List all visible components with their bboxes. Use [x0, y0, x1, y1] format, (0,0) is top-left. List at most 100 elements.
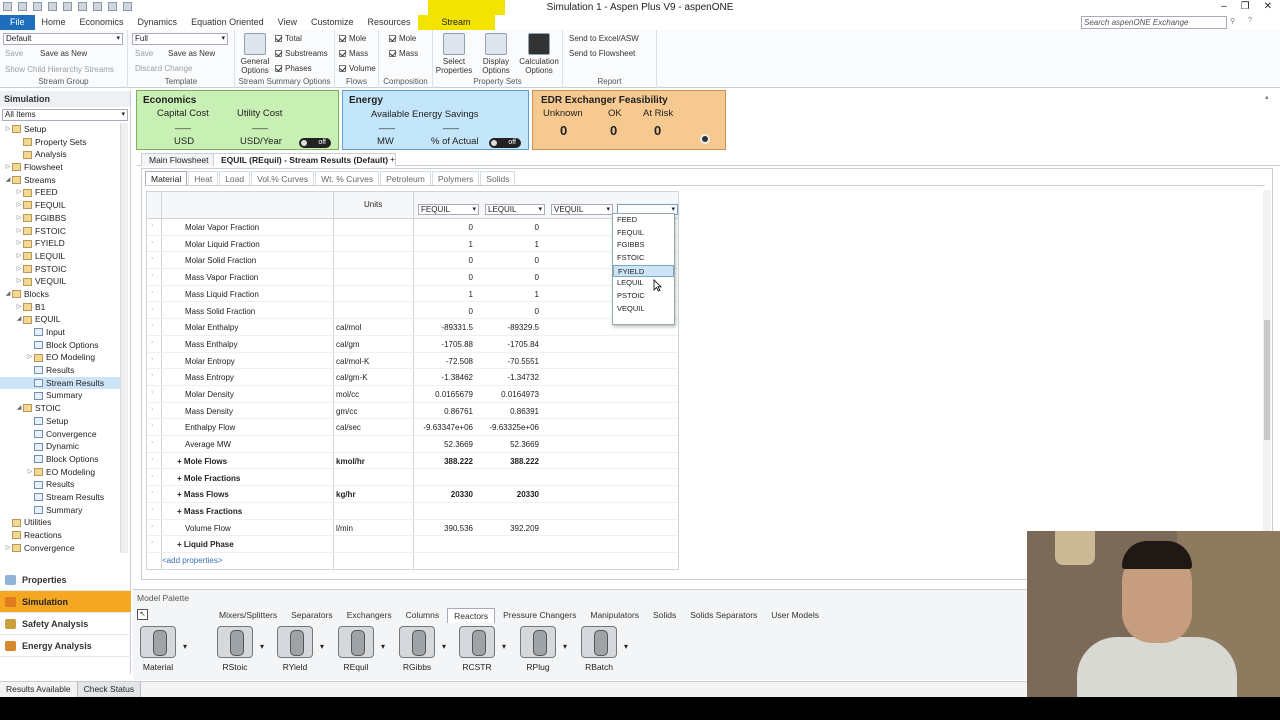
- tree-item[interactable]: Stream Results: [0, 376, 124, 390]
- tree-item[interactable]: ▷ EO Modeling: [0, 351, 124, 364]
- palette-tab[interactable]: Solids Separators: [684, 608, 763, 623]
- subtab-material[interactable]: Material: [145, 171, 188, 185]
- tree-item[interactable]: Summary: [0, 504, 124, 517]
- row-handle-icon[interactable]: ›: [151, 473, 153, 480]
- collapsed-arrow-icon[interactable]: ▷: [15, 275, 23, 288]
- palette-tab[interactable]: Mixers/Splitters: [213, 608, 283, 623]
- row-handle-icon[interactable]: ›: [151, 389, 153, 396]
- row-handle-icon[interactable]: ›: [151, 356, 153, 363]
- composition-mass-checkbox[interactable]: Mass: [389, 49, 418, 58]
- calculation-options-button[interactable]: Calculation Options: [517, 30, 561, 76]
- collapsed-arrow-icon[interactable]: ▷: [26, 466, 34, 479]
- table-row[interactable]: › Molar Enthalpy cal/mol -89331.5 -89329.5: [147, 319, 678, 336]
- table-row[interactable]: › Molar Liquid Fraction 1 1: [147, 236, 678, 253]
- property-units[interactable]: cal/gm: [336, 340, 360, 349]
- flows-volume-checkbox[interactable]: Volume: [339, 64, 376, 73]
- dropdown-option[interactable]: FYIELD: [613, 264, 674, 278]
- table-row[interactable]: › Mass Solid Fraction 0 0: [147, 303, 678, 320]
- palette-item[interactable]: RPlug ▾: [517, 626, 567, 672]
- row-handle-icon[interactable]: ›: [151, 239, 153, 246]
- table-row[interactable]: › Molar Solid Fraction 0 0: [147, 252, 678, 270]
- energy-toggle[interactable]: off: [489, 138, 521, 148]
- table-row[interactable]: › Mass Density gm/cc 0.86761 0.86391: [147, 403, 678, 420]
- tab-home[interactable]: Home: [35, 15, 73, 30]
- expand-plus-icon[interactable]: +: [177, 490, 184, 499]
- discard-change-button[interactable]: Discard Change: [135, 64, 192, 73]
- row-handle-icon[interactable]: ›: [151, 422, 153, 429]
- dropdown-option[interactable]: VEQUIL: [613, 303, 674, 316]
- subtab-vol-curves[interactable]: Vol.% Curves: [251, 171, 315, 185]
- property-units[interactable]: cal/mol: [336, 323, 361, 332]
- tree-item[interactable]: ▷ LEQUIL: [0, 250, 124, 263]
- flows-mass-checkbox[interactable]: Mass: [339, 49, 368, 58]
- row-handle-icon[interactable]: ›: [151, 489, 153, 496]
- row-handle-icon[interactable]: ›: [151, 222, 153, 229]
- tree-item[interactable]: Property Sets: [0, 136, 124, 149]
- row-handle-icon[interactable]: ›: [151, 272, 153, 279]
- form-scrollbar[interactable]: [1263, 190, 1271, 576]
- send-to-excel-button[interactable]: Send to Excel/ASW: [569, 34, 639, 43]
- expand-plus-icon[interactable]: +: [177, 457, 184, 466]
- table-row[interactable]: › Molar Density mol/cc 0.0165679 0.0164973: [147, 386, 678, 403]
- pointer-tool-icon[interactable]: ↖: [137, 609, 148, 620]
- table-row[interactable]: › + Mole Fractions: [147, 470, 678, 487]
- collapsed-arrow-icon[interactable]: ▷: [15, 301, 23, 314]
- row-handle-icon[interactable]: ›: [151, 439, 153, 446]
- palette-tab[interactable]: Solids: [647, 608, 682, 623]
- energy-panel[interactable]: Energy Available Energy Savings ___ ___ …: [342, 90, 529, 150]
- expand-plus-icon[interactable]: +: [177, 540, 184, 549]
- subtab-petroleum[interactable]: Petroleum: [380, 171, 431, 185]
- tree-item[interactable]: Utilities: [0, 516, 124, 529]
- dropdown-option[interactable]: FEQUIL: [613, 227, 674, 240]
- tab-dynamics[interactable]: Dynamics: [131, 15, 185, 30]
- chevron-down-icon[interactable]: ▾: [442, 642, 446, 651]
- palette-item[interactable]: RCSTR ▾: [456, 626, 506, 672]
- help-icon[interactable]: ?: [1248, 17, 1252, 24]
- new-tab-button[interactable]: +: [383, 153, 402, 166]
- palette-tab[interactable]: User Models: [765, 608, 825, 623]
- tree-item[interactable]: ▷ VEQUIL: [0, 275, 124, 288]
- navigation-scrollbar[interactable]: [120, 123, 128, 553]
- expanded-arrow-icon[interactable]: ◢: [4, 288, 12, 301]
- row-handle-icon[interactable]: ›: [151, 339, 153, 346]
- nav-properties-button[interactable]: Properties: [0, 569, 131, 591]
- tree-item[interactable]: ▷ FSTOIC: [0, 225, 124, 238]
- table-row[interactable]: › + Mass Flows kg/hr 20330 20330: [147, 486, 678, 503]
- collapsed-arrow-icon[interactable]: ▷: [15, 263, 23, 276]
- chevron-down-icon[interactable]: ▾: [563, 642, 567, 651]
- expand-plus-icon[interactable]: +: [177, 474, 184, 483]
- palette-tab[interactable]: Separators: [285, 608, 339, 623]
- tree-item[interactable]: Setup: [0, 415, 124, 428]
- nav-simulation-button[interactable]: Simulation: [0, 591, 131, 613]
- tree-item[interactable]: Results: [0, 478, 124, 491]
- palette-item[interactable]: REquil ▾: [335, 626, 385, 672]
- stream-group-select[interactable]: Default: [3, 33, 123, 45]
- subtab-heat[interactable]: Heat: [188, 171, 219, 185]
- property-units[interactable]: cal/gm-K: [336, 373, 368, 382]
- navigation-filter-select[interactable]: All Items: [2, 109, 128, 121]
- template-save-as-new-button[interactable]: Save as New: [168, 49, 215, 58]
- tree-item[interactable]: ◢ STOIC: [0, 402, 124, 415]
- collapsed-arrow-icon[interactable]: ▷: [4, 123, 12, 136]
- tab-view[interactable]: View: [271, 15, 304, 30]
- property-units[interactable]: cal/mol-K: [336, 357, 369, 366]
- palette-item[interactable]: Material ▾: [137, 626, 187, 672]
- chevron-down-icon[interactable]: ▾: [624, 642, 628, 651]
- tree-item[interactable]: Analysis: [0, 148, 124, 161]
- minimize-icon[interactable]: –: [1221, 1, 1227, 12]
- restore-icon[interactable]: ❐: [1241, 1, 1250, 12]
- row-handle-icon[interactable]: ›: [151, 322, 153, 329]
- economics-panel[interactable]: Economics Capital Cost Utility Cost ___ …: [136, 90, 339, 150]
- check-status-button[interactable]: Check Status: [76, 682, 142, 697]
- table-row[interactable]: › Mass Enthalpy cal/gm -1705.88 -1705.84: [147, 336, 678, 353]
- close-icon[interactable]: ✕: [1264, 1, 1272, 12]
- tree-item[interactable]: Reactions: [0, 529, 124, 542]
- tree-item[interactable]: Stream Results: [0, 491, 124, 504]
- row-handle-icon[interactable]: ›: [151, 255, 153, 262]
- row-handle-icon[interactable]: ›: [151, 372, 153, 379]
- chevron-down-icon[interactable]: ▾: [502, 642, 506, 651]
- palette-tab[interactable]: Reactors: [447, 608, 496, 623]
- row-handle-icon[interactable]: ›: [151, 523, 153, 530]
- tab-equation-oriented[interactable]: Equation Oriented: [184, 15, 271, 30]
- phases-checkbox[interactable]: Phases: [275, 64, 312, 73]
